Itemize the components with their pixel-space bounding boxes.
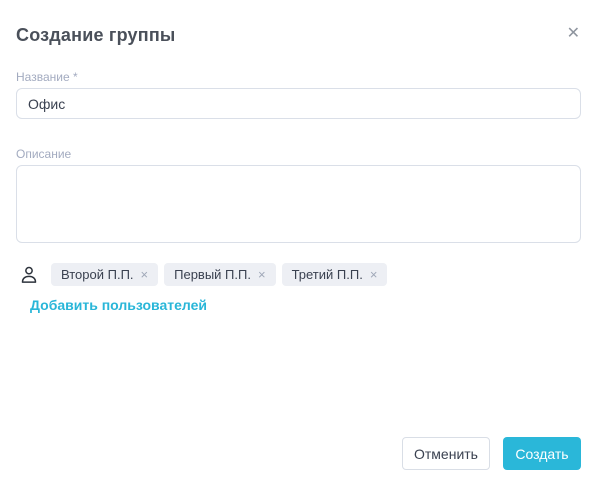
chip-remove-icon[interactable]: × bbox=[141, 268, 149, 281]
person-icon bbox=[19, 264, 39, 286]
required-asterisk: * bbox=[72, 70, 78, 84]
chip-remove-icon[interactable]: × bbox=[370, 268, 378, 281]
members-row: Второй П.П. × Первый П.П. × Третий П.П. … bbox=[16, 263, 581, 286]
close-icon[interactable]: ✕ bbox=[567, 26, 580, 42]
dialog-footer: Отменить Создать bbox=[402, 437, 581, 470]
description-field-label: Описание bbox=[16, 147, 72, 161]
dialog-body: Название * Описание Второй П.П. × bbox=[0, 70, 604, 315]
user-chip-label: Первый П.П. bbox=[174, 267, 251, 282]
name-field-label: Название * bbox=[16, 70, 581, 84]
user-chips: Второй П.П. × Первый П.П. × Третий П.П. … bbox=[51, 263, 388, 286]
user-chip-label: Третий П.П. bbox=[291, 267, 363, 282]
create-button[interactable]: Создать bbox=[503, 437, 581, 470]
user-chip: Третий П.П. × bbox=[281, 263, 388, 286]
name-label-text: Название bbox=[16, 70, 70, 84]
create-group-dialog: Создание группы ✕ Название * Описание bbox=[0, 0, 604, 483]
user-chip: Первый П.П. × bbox=[164, 263, 276, 286]
chip-remove-icon[interactable]: × bbox=[258, 268, 266, 281]
user-chip-label: Второй П.П. bbox=[61, 267, 134, 282]
cancel-button[interactable]: Отменить bbox=[402, 437, 490, 470]
group-description-textarea[interactable] bbox=[16, 165, 581, 243]
dialog-header: Создание группы ✕ bbox=[0, 0, 604, 46]
group-name-input[interactable] bbox=[16, 88, 581, 119]
add-users-link[interactable]: Добавить пользователей bbox=[30, 297, 207, 313]
name-field: Название * bbox=[16, 70, 581, 119]
dialog-title: Создание группы bbox=[16, 25, 176, 45]
description-field: Описание bbox=[16, 147, 581, 243]
user-chip: Второй П.П. × bbox=[51, 263, 159, 286]
